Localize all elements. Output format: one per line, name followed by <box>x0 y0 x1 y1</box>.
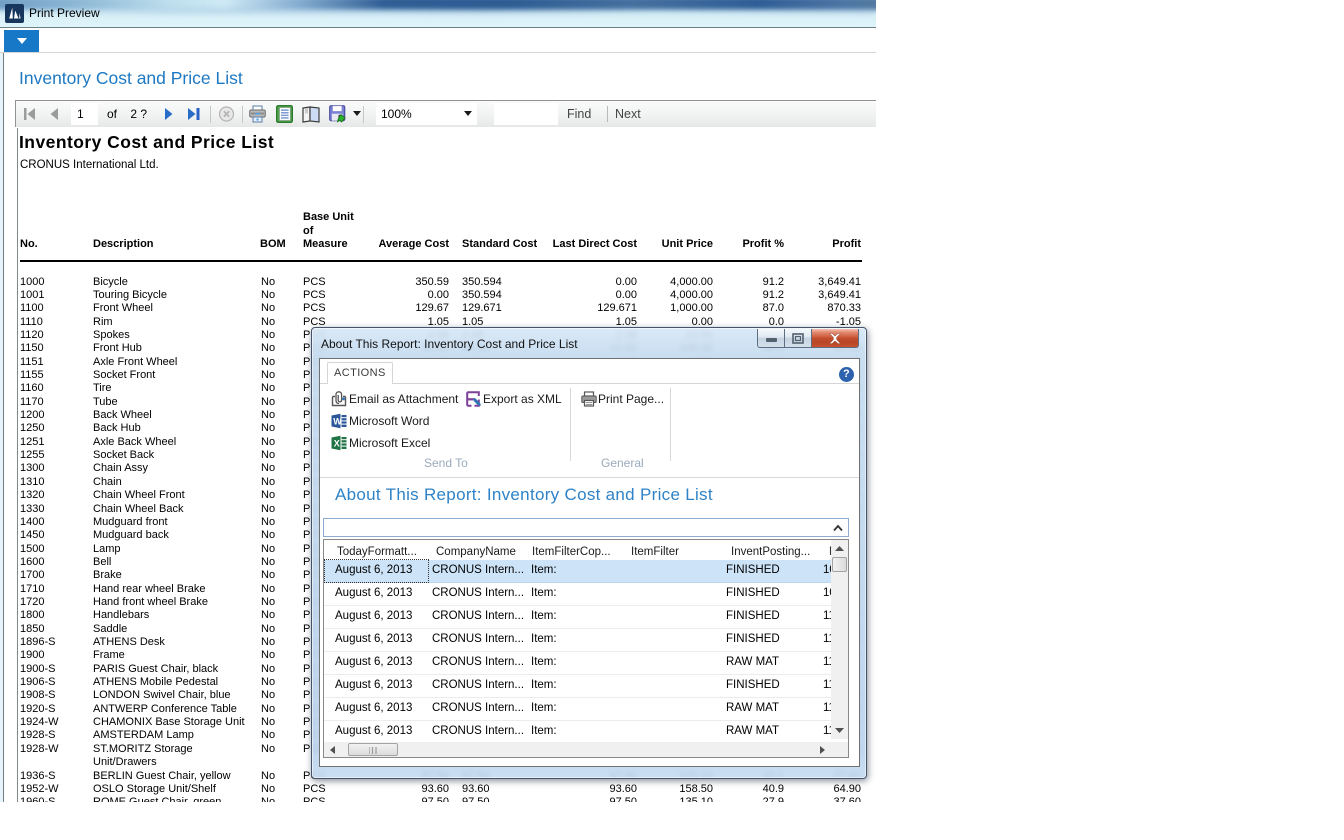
svg-text:X: X <box>334 439 340 449</box>
svg-text:W: W <box>333 417 342 427</box>
